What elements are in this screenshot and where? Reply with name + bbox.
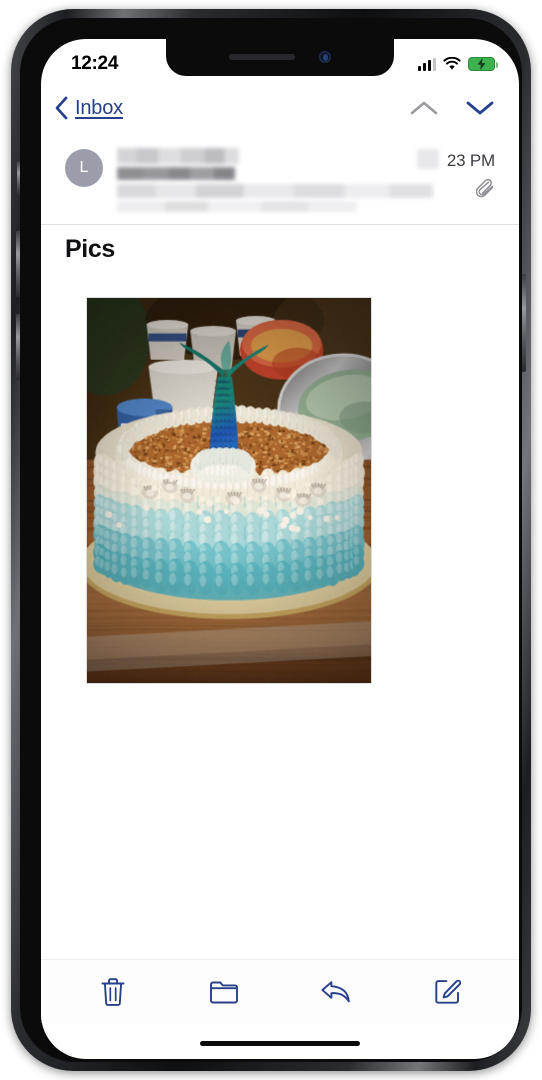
- reply-arrow-icon: [321, 980, 350, 1002]
- back-button-label: Inbox: [75, 96, 123, 119]
- earpiece-speaker-icon: [229, 54, 295, 60]
- cellular-signal-icon: [417, 57, 436, 71]
- subject-line: Pics: [41, 235, 519, 264]
- message-toolbar: [41, 959, 519, 1023]
- timestamp-redacted: [417, 149, 439, 169]
- back-to-inbox-button[interactable]: Inbox: [54, 96, 123, 120]
- phone-bezel: 12:24 Inbox L 23 PM Pics: [20, 18, 522, 1062]
- sender-details[interactable]: [117, 147, 433, 212]
- wifi-icon: [443, 57, 461, 70]
- phone-frame: 12:24 Inbox L 23 PM Pics: [11, 9, 531, 1071]
- avatar[interactable]: L: [65, 149, 103, 187]
- display-notch: [166, 39, 394, 76]
- navigation-bar: Inbox: [41, 83, 519, 133]
- battery-charging-icon: [468, 57, 498, 71]
- compose-button[interactable]: [421, 970, 473, 1014]
- folder-icon: [210, 981, 239, 1003]
- sender-name-redacted-line2: [117, 167, 235, 180]
- status-time: 12:24: [71, 53, 119, 74]
- cake-photo-image: [87, 298, 371, 683]
- compose-icon: [435, 979, 461, 1004]
- home-indicator[interactable]: [200, 1041, 360, 1046]
- reply-button[interactable]: [310, 970, 362, 1014]
- paperclip-icon[interactable]: [476, 179, 495, 200]
- chevron-left-icon: [55, 96, 68, 120]
- front-camera-icon: [319, 51, 331, 63]
- delete-button[interactable]: [87, 970, 139, 1014]
- sender-row: L 23 PM: [65, 147, 495, 212]
- message-header: L 23 PM: [41, 133, 519, 225]
- trash-icon: [101, 977, 125, 1006]
- photo-attachment[interactable]: [86, 297, 372, 684]
- chevron-up-icon[interactable]: [409, 99, 439, 117]
- phone-screen: 12:24 Inbox L 23 PM Pics: [41, 39, 519, 1059]
- message-subject: Pics: [65, 235, 115, 263]
- chevron-down-icon[interactable]: [465, 99, 495, 117]
- move-to-folder-button[interactable]: [198, 970, 250, 1014]
- sender-email-redacted: [117, 184, 433, 198]
- status-icons: [417, 57, 498, 71]
- message-navigation-arrows: [409, 99, 499, 117]
- sender-email-redacted-line2: [117, 201, 358, 212]
- message-meta: 23 PM: [417, 147, 495, 200]
- message-timestamp: 23 PM: [446, 151, 495, 170]
- sender-name-redacted: [117, 148, 239, 164]
